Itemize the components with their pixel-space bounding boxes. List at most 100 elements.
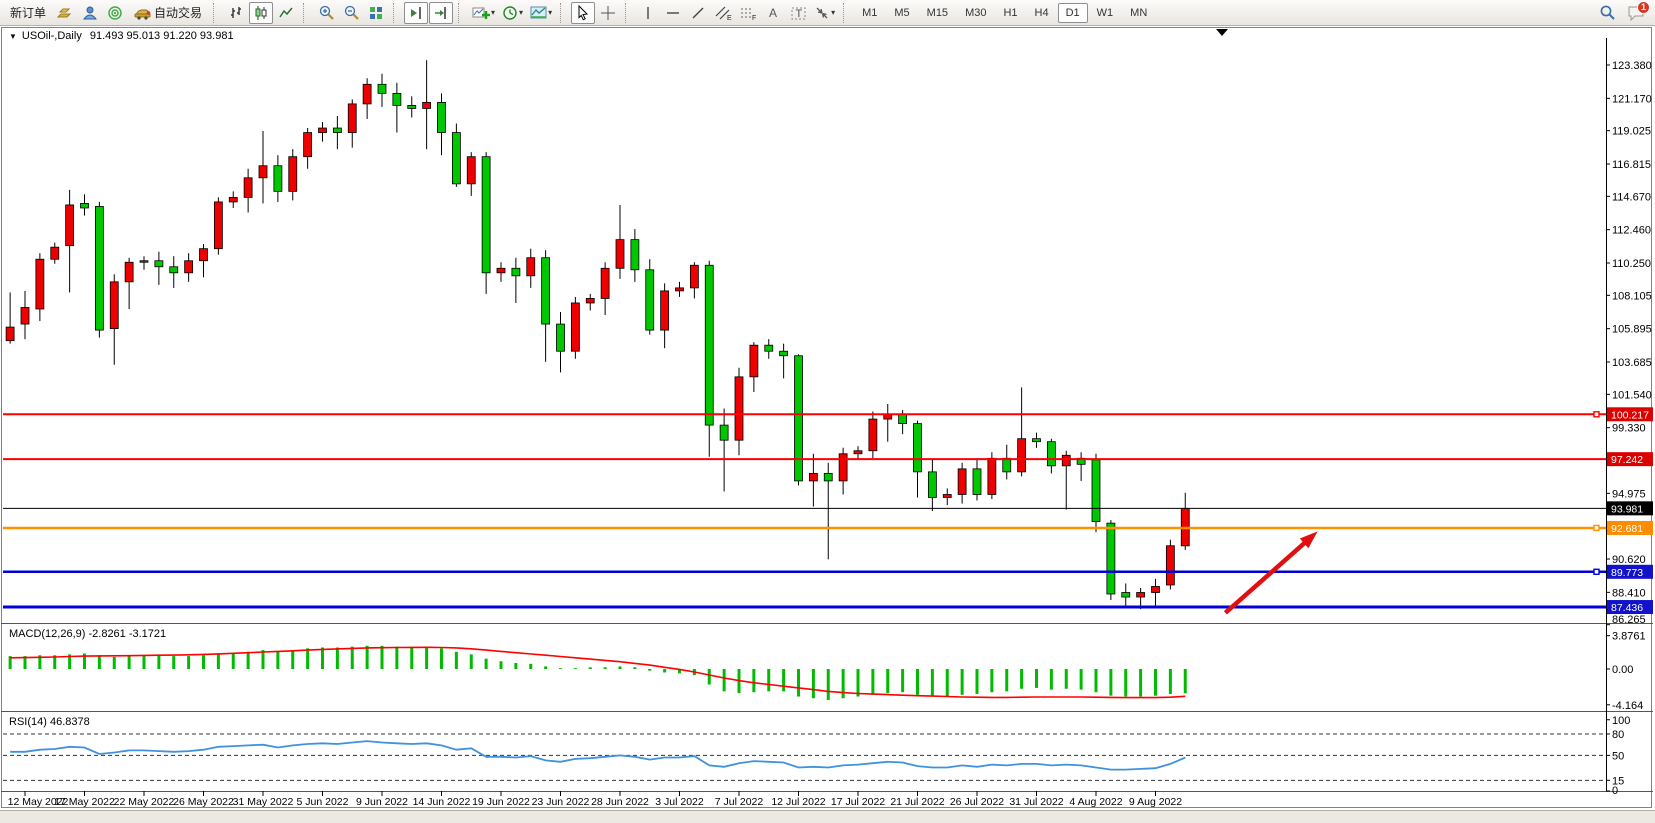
tile-windows-button[interactable]	[364, 2, 388, 24]
price-axis-tick-label: 119.025	[1612, 126, 1651, 138]
price-axis-tick-label: 112.460	[1612, 225, 1651, 237]
price-badge-label: 92.681	[1611, 523, 1643, 535]
timeframe-button-m1[interactable]: M1	[854, 3, 885, 23]
timeframe-button-m5[interactable]: M5	[886, 3, 917, 23]
candle	[333, 128, 341, 133]
bar-chart-button[interactable]	[224, 2, 248, 24]
one-click-trading-arrow-icon[interactable]: ▼	[9, 32, 17, 41]
level-line-handle[interactable]	[1594, 525, 1599, 530]
equidistant-channel-button[interactable]: E	[711, 2, 735, 24]
chart-canvas[interactable]: 123.380121.170119.025116.815114.670112.4…	[0, 26, 1655, 810]
chart-shift-marker-icon[interactable]	[1216, 29, 1228, 36]
horizontal-line-button[interactable]	[661, 2, 685, 24]
search-button[interactable]	[1595, 2, 1619, 24]
text-button[interactable]: A	[761, 2, 785, 24]
candle	[319, 128, 327, 133]
trend-arrow[interactable]	[1225, 538, 1310, 613]
date-axis-label[interactable]: 9 Aug 2022	[1129, 796, 1182, 808]
candlestick-chart-icon	[253, 5, 269, 21]
macd-axis-label: 3.8761	[1612, 631, 1646, 643]
toolbar-separator	[625, 3, 632, 23]
timeframe-button-m15[interactable]: M15	[919, 3, 956, 23]
date-axis-label[interactable]: 17 Jul 2022	[831, 796, 885, 808]
add-indicator-button[interactable]: ▾	[469, 2, 498, 24]
candle	[661, 291, 669, 330]
trendline-button[interactable]	[686, 2, 710, 24]
chevron-down-icon[interactable]: ▾	[831, 8, 835, 17]
level-line-handle[interactable]	[1594, 412, 1599, 417]
cursor-button[interactable]	[571, 2, 595, 24]
price-badge-label: 93.981	[1611, 503, 1643, 515]
level-line-handle[interactable]	[1594, 569, 1599, 574]
chart-shift-button[interactable]	[404, 2, 428, 24]
candle	[452, 133, 460, 184]
candle	[795, 356, 803, 481]
auto-scroll-button[interactable]	[429, 2, 453, 24]
candle	[363, 84, 371, 104]
date-axis-label[interactable]: 12 Jul 2022	[771, 796, 825, 808]
chevron-down-icon[interactable]: ▾	[491, 8, 495, 17]
date-axis-label[interactable]: 28 Jun 2022	[591, 796, 649, 808]
timeframe-button-h1[interactable]: H1	[995, 3, 1025, 23]
notification-count-badge: 1	[1637, 1, 1650, 14]
timeframe-button-h4[interactable]: H4	[1027, 3, 1057, 23]
date-axis-label[interactable]: 7 Jul 2022	[715, 796, 764, 808]
candle	[1122, 592, 1130, 597]
candle	[497, 268, 505, 273]
rsi-axis-label: 100	[1612, 715, 1630, 727]
zoom-in-button[interactable]	[314, 2, 338, 24]
timeframe-button-w1[interactable]: W1	[1089, 3, 1122, 23]
toolbar-right: 1	[1595, 2, 1651, 24]
date-axis-label[interactable]: 17 May 2022	[54, 796, 115, 808]
timeframe-button-mn[interactable]: MN	[1122, 3, 1155, 23]
date-axis-label[interactable]: 9 Jun 2022	[356, 796, 408, 808]
date-axis-label[interactable]: 4 Aug 2022	[1069, 796, 1122, 808]
toolbar-separator	[843, 3, 850, 23]
zoom-out-button[interactable]	[339, 2, 363, 24]
timeframe-button-m30[interactable]: M30	[957, 3, 994, 23]
community-profile-icon[interactable]	[78, 2, 102, 24]
price-axis-tick-label: 103.685	[1612, 357, 1652, 369]
periods-clock-icon	[502, 5, 518, 21]
date-axis-label[interactable]: 21 Jul 2022	[890, 796, 944, 808]
candle	[1152, 586, 1160, 592]
gold-bars-icon[interactable]	[53, 2, 77, 24]
templates-button[interactable]: ▾	[527, 2, 555, 24]
toolbar: 新订单 自动交易	[0, 0, 1655, 26]
candlestick-chart-button[interactable]	[249, 2, 273, 24]
date-axis-label[interactable]: 26 Jul 2022	[950, 796, 1004, 808]
text-icon: A	[766, 5, 780, 21]
arrows-icon	[814, 5, 830, 21]
candle	[809, 473, 817, 481]
timeframe-button-d1[interactable]: D1	[1058, 3, 1088, 23]
signals-icon[interactable]	[103, 2, 127, 24]
price-badge-label: 100.217	[1611, 409, 1649, 421]
rsi-name: RSI(14)	[9, 716, 47, 728]
date-axis-label[interactable]: 23 Jun 2022	[532, 796, 590, 808]
date-axis-label[interactable]: 31 May 2022	[233, 796, 294, 808]
date-axis-label[interactable]: 26 May 2022	[173, 796, 234, 808]
chevron-down-icon[interactable]: ▾	[548, 8, 552, 17]
date-axis-label[interactable]: 5 Jun 2022	[297, 796, 349, 808]
date-axis-label[interactable]: 19 Jun 2022	[472, 796, 530, 808]
line-chart-button[interactable]	[274, 2, 298, 24]
text-label-button[interactable]: T	[786, 2, 810, 24]
candle	[1092, 460, 1100, 522]
candle	[1033, 439, 1041, 442]
crosshair-button[interactable]	[596, 2, 620, 24]
fibonacci-button[interactable]: F	[736, 2, 760, 24]
vertical-line-button[interactable]	[636, 2, 660, 24]
notifications-button[interactable]: 1	[1625, 2, 1647, 24]
candle	[958, 469, 966, 495]
date-axis-label[interactable]: 22 May 2022	[114, 796, 175, 808]
auto-trading-button[interactable]: 自动交易	[128, 2, 208, 24]
arrows-button[interactable]: ▾	[811, 2, 838, 24]
equidistant-channel-icon: E	[714, 5, 732, 21]
chevron-down-icon[interactable]: ▾	[519, 8, 523, 17]
date-axis-label[interactable]: 3 Jul 2022	[655, 796, 704, 808]
candle	[81, 203, 89, 208]
date-axis-label[interactable]: 31 Jul 2022	[1009, 796, 1063, 808]
periods-button[interactable]: ▾	[499, 2, 526, 24]
new-order-button[interactable]: 新订单	[4, 2, 52, 24]
date-axis-label[interactable]: 14 Jun 2022	[413, 796, 471, 808]
